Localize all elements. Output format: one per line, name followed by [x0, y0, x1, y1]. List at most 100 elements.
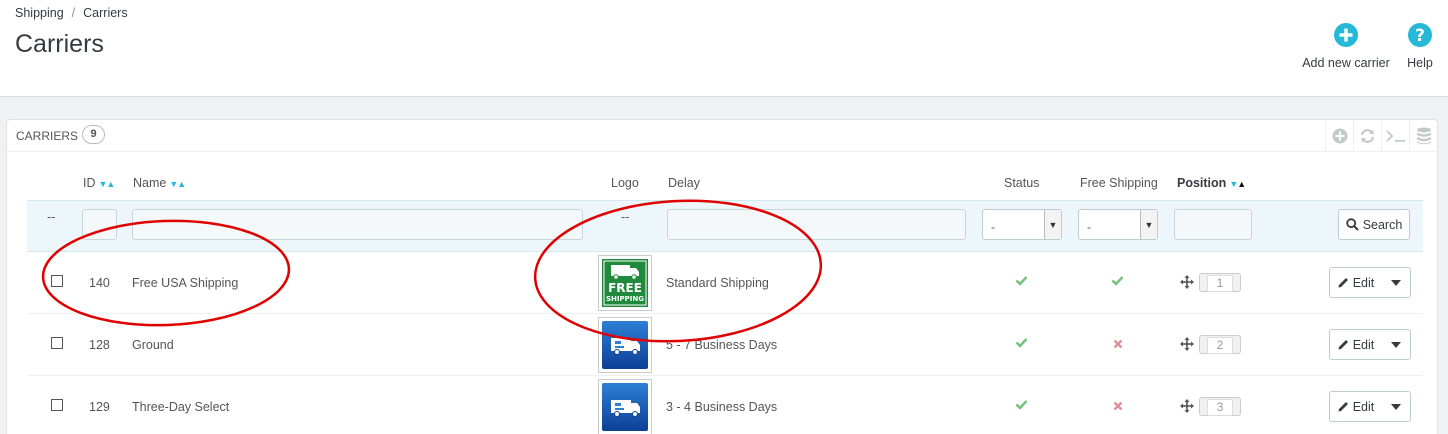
position-box: 1	[1199, 273, 1241, 292]
carrier-name: Ground	[132, 338, 174, 352]
edit-button-group: Edit	[1329, 267, 1411, 298]
free-shipping-logo-icon: FREESHIPPING	[602, 259, 648, 307]
sort-asc-icon[interactable]: ▲	[177, 179, 186, 189]
column-header-name: Name ▼▲	[133, 176, 186, 190]
check-icon	[1015, 338, 1028, 348]
page-title: Carriers	[15, 30, 104, 58]
add-new-carrier-button[interactable]: Add new carrier	[1300, 22, 1392, 70]
sort-name-arrows[interactable]: ▼▲	[169, 179, 186, 189]
export-sql-tool[interactable]	[1409, 120, 1437, 152]
edit-dropdown-toggle[interactable]	[1382, 392, 1410, 421]
cross-icon	[1113, 401, 1123, 411]
check-icon	[1015, 276, 1028, 286]
carrier-id: 140	[89, 276, 110, 290]
filter-status-select[interactable]: - ▼	[982, 209, 1062, 240]
column-header-delay: Delay	[668, 176, 700, 190]
row-checkbox[interactable]	[51, 337, 63, 349]
bulk-filter-placeholder: --	[47, 210, 56, 224]
search-icon	[1345, 218, 1359, 231]
edit-dropdown-toggle[interactable]	[1382, 330, 1410, 359]
edit-button[interactable]: Edit	[1330, 392, 1382, 421]
panel-heading: CARRIERS 9	[7, 120, 1437, 152]
logo-shipping-text: SHIPPING	[606, 295, 644, 303]
drag-handle[interactable]	[1180, 275, 1194, 292]
position-box: 3	[1199, 397, 1241, 416]
truck-logo-icon	[602, 383, 648, 431]
drag-handle[interactable]	[1180, 337, 1194, 354]
sort-asc-icon[interactable]: ▲	[106, 179, 115, 189]
chevron-down-icon: ▼	[1140, 210, 1157, 239]
status-enabled-toggle[interactable]	[1015, 337, 1028, 351]
refresh-icon	[1360, 129, 1375, 143]
filter-id-input[interactable]	[82, 209, 117, 240]
free-shipping-enabled-toggle[interactable]	[1111, 275, 1124, 289]
column-header-position: Position ▼▲	[1177, 176, 1246, 190]
carrier-logo: FREE SHIPPING	[598, 255, 652, 311]
filter-free-shipping-value: -	[1087, 220, 1091, 234]
drag-handle[interactable]	[1180, 399, 1194, 416]
table-row: 128 Ground 5 - 7 Business Days 2 Edit	[27, 314, 1423, 376]
logo-filter-placeholder: --	[621, 210, 630, 224]
filter-status-value: -	[991, 220, 995, 234]
status-enabled-toggle[interactable]	[1015, 399, 1028, 413]
pencil-icon	[1338, 402, 1348, 412]
chevron-down-icon: ▼	[1044, 210, 1061, 239]
filter-position-input[interactable]	[1174, 209, 1252, 240]
carrier-delay: Standard Shipping	[666, 276, 769, 290]
help-label: Help	[1407, 56, 1433, 70]
edit-button[interactable]: Edit	[1330, 330, 1382, 359]
row-checkbox[interactable]	[51, 399, 63, 411]
filter-delay-input[interactable]	[667, 209, 966, 240]
breadcrumb-current: Carriers	[83, 6, 128, 20]
carrier-delay: 3 - 4 Business Days	[666, 400, 778, 414]
logo-free-text: FREE	[608, 281, 642, 295]
status-enabled-toggle[interactable]	[1015, 275, 1028, 289]
filter-free-shipping-select[interactable]: - ▼	[1078, 209, 1158, 240]
edit-dropdown-toggle[interactable]	[1382, 268, 1410, 297]
svg-text:?: ?	[1415, 26, 1425, 46]
edit-button[interactable]: Edit	[1330, 268, 1382, 297]
question-circle-icon: ?	[1408, 23, 1432, 47]
search-button[interactable]: Search	[1338, 209, 1410, 240]
sort-asc-icon[interactable]: ▲	[1237, 179, 1246, 189]
check-icon	[1015, 400, 1028, 410]
plus-circle-icon	[1334, 23, 1358, 47]
carrier-count-badge: 9	[82, 125, 105, 144]
caret-down-icon	[1391, 403, 1401, 410]
database-icon	[1416, 127, 1431, 145]
position-value: 1	[1207, 275, 1233, 292]
free-shipping-disabled-toggle[interactable]	[1113, 338, 1123, 352]
edit-button-group: Edit	[1329, 391, 1411, 422]
sort-position-arrows[interactable]: ▼▲	[1229, 179, 1246, 189]
move-icon	[1180, 275, 1194, 289]
add-new-carrier-label: Add new carrier	[1302, 56, 1390, 70]
move-icon	[1180, 399, 1194, 413]
carrier-logo	[598, 379, 652, 434]
sql-query-tool[interactable]	[1381, 120, 1409, 152]
free-shipping-disabled-toggle[interactable]	[1113, 400, 1123, 414]
table-row: 129 Three-Day Select 3 - 4 Business Days…	[27, 376, 1423, 434]
carrier-id: 128	[89, 338, 110, 352]
sort-id-arrows[interactable]: ▼▲	[99, 179, 116, 189]
row-checkbox[interactable]	[51, 275, 63, 287]
breadcrumb-parent[interactable]: Shipping	[15, 6, 64, 20]
column-id-label: ID	[83, 176, 96, 190]
panel-tools	[1325, 120, 1437, 152]
search-label: Search	[1362, 217, 1403, 232]
panel-title: CARRIERS	[16, 129, 79, 143]
filter-name-input[interactable]	[132, 209, 583, 240]
help-button[interactable]: ? Help	[1401, 22, 1439, 70]
truck-logo-icon	[602, 321, 648, 369]
carrier-logo	[598, 317, 652, 373]
refresh-list-tool[interactable]	[1353, 120, 1381, 152]
column-position-label: Position	[1177, 176, 1227, 190]
plus-icon	[1332, 128, 1347, 144]
carriers-panel: CARRIERS 9 ID ▼▲ Name ▼▲ Logo Delay Status…	[6, 119, 1438, 434]
table-row: 140 Free USA Shipping FREE SHIPPING Stand…	[27, 252, 1423, 314]
position-box: 2	[1199, 335, 1241, 354]
position-value: 2	[1207, 337, 1233, 354]
check-icon	[1111, 276, 1124, 286]
edit-label: Edit	[1352, 275, 1375, 290]
carrier-name: Free USA Shipping	[132, 276, 239, 290]
add-carrier-tool[interactable]	[1325, 120, 1353, 152]
